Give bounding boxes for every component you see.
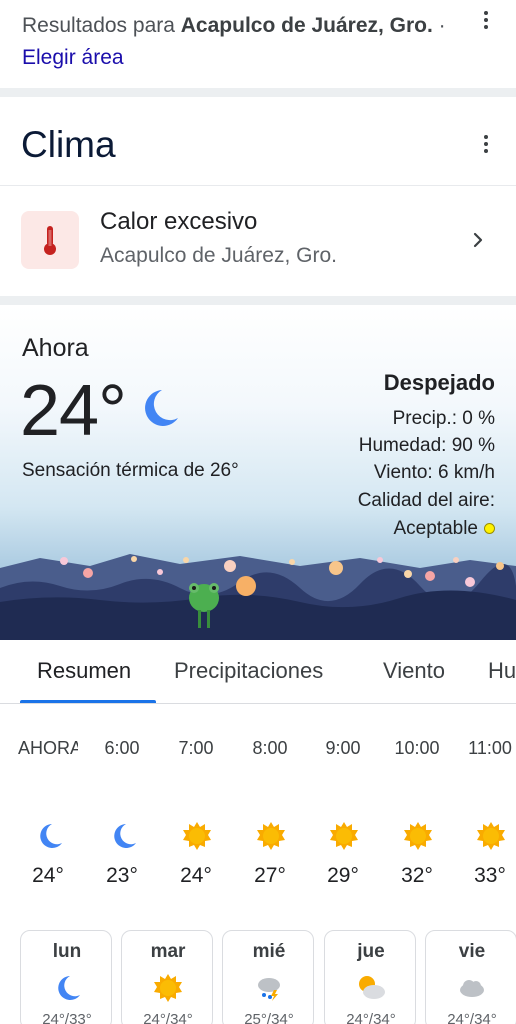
day-card[interactable]: lun 24°/33°: [20, 930, 112, 1024]
tab-humedad[interactable]: Hu: [488, 658, 516, 684]
night-lanterns-illustration: [0, 554, 516, 640]
day-name: lun: [52, 941, 82, 962]
day-temperature-range: 24°/34°: [447, 1011, 497, 1024]
now-label: Ahora: [22, 334, 89, 362]
partly-cloudy-icon: [356, 973, 386, 1003]
results-separator: ·: [432, 14, 446, 37]
day-name: vie: [458, 941, 486, 962]
results-prefix: Resultados para: [22, 14, 181, 37]
hour-time: 8:00: [252, 738, 288, 758]
active-tab-indicator: [20, 700, 156, 703]
more-options-icon[interactable]: [474, 8, 498, 32]
tab-precipitaciones[interactable]: Precipitaciones: [174, 658, 323, 684]
cloud-icon: [457, 973, 487, 1003]
thermometer-icon: [21, 211, 79, 269]
day-temperature-range: 24°/33°: [42, 1011, 92, 1024]
hour-time: AHORA: [18, 738, 78, 758]
divider: [0, 296, 516, 305]
humidity: Humedad: 90 %: [358, 435, 495, 456]
current-conditions: Ahora 24° Sensación térmica de 26° Despe…: [0, 306, 516, 640]
day-card[interactable]: vie 24°/34°: [425, 930, 516, 1024]
precipitation: Precip.: 0 %: [392, 408, 495, 429]
hour-temperature: 24°: [32, 864, 64, 887]
day-name: mié: [252, 941, 286, 962]
sun-icon: [403, 821, 433, 851]
day-card[interactable]: jue 24°/34°: [324, 930, 416, 1024]
condition: Despejado: [383, 370, 495, 395]
results-location: Acapulco de Juárez, Gro.: [180, 14, 433, 37]
hour-temperature: 29°: [327, 864, 359, 887]
choose-area-link[interactable]: Elegir área: [22, 46, 124, 69]
alert-subtitle: Acapulco de Juárez, Gro.: [100, 244, 337, 267]
feels-like: Sensación térmica de 26°: [22, 460, 239, 481]
hour-time: 6:00: [104, 738, 140, 758]
day-card[interactable]: mié 25°/34°: [222, 930, 314, 1024]
hour-temperature: 33°: [474, 864, 506, 887]
day-card[interactable]: mar 24°/34°: [121, 930, 213, 1024]
wind: Viento: 6 km/h: [373, 462, 495, 483]
results-text: Resultados para Acapulco de Juárez, Gro.…: [22, 10, 452, 74]
air-quality-value: Aceptable: [393, 518, 478, 539]
alert-title: Calor excesivo: [100, 208, 258, 235]
moon-icon: [108, 821, 138, 851]
hour-time: 10:00: [394, 738, 440, 758]
hour-temperature: 23°: [106, 864, 138, 887]
sun-icon: [256, 821, 286, 851]
day-name: mar: [150, 941, 186, 962]
tab-resumen[interactable]: Resumen: [37, 658, 131, 684]
day-temperature-range: 25°/34°: [244, 1011, 294, 1024]
sun-icon: [476, 821, 506, 851]
hour-temperature: 27°: [254, 864, 286, 887]
moon-icon: [52, 973, 82, 1003]
air-quality: Aceptable: [393, 518, 495, 540]
sun-icon: [329, 821, 359, 851]
hour-time: 11:00: [468, 738, 512, 758]
weather-more-options-icon[interactable]: [474, 132, 498, 156]
thunderstorm-icon: [254, 973, 284, 1003]
chevron-right-icon[interactable]: [466, 228, 490, 252]
hour-temperature: 32°: [401, 864, 433, 887]
moon-icon: [34, 821, 64, 851]
air-quality-label: Calidad del aire:: [357, 490, 495, 511]
results-header: Resultados para Acapulco de Juárez, Gro.…: [0, 0, 516, 88]
hour-time: 7:00: [178, 738, 214, 758]
sun-icon: [153, 973, 183, 1003]
day-name: jue: [357, 941, 385, 962]
divider: [0, 88, 516, 97]
air-quality-dot-icon: [484, 523, 495, 535]
weather-title: Clima: [21, 124, 116, 165]
tab-viento[interactable]: Viento: [383, 658, 445, 684]
hour-temperature: 24°: [180, 864, 212, 887]
sun-icon: [182, 821, 212, 851]
moon-icon: [145, 390, 178, 426]
hour-time: 9:00: [325, 738, 361, 758]
current-temperature: 24°: [20, 371, 127, 451]
day-temperature-range: 24°/34°: [346, 1011, 396, 1024]
day-temperature-range: 24°/34°: [143, 1011, 193, 1024]
